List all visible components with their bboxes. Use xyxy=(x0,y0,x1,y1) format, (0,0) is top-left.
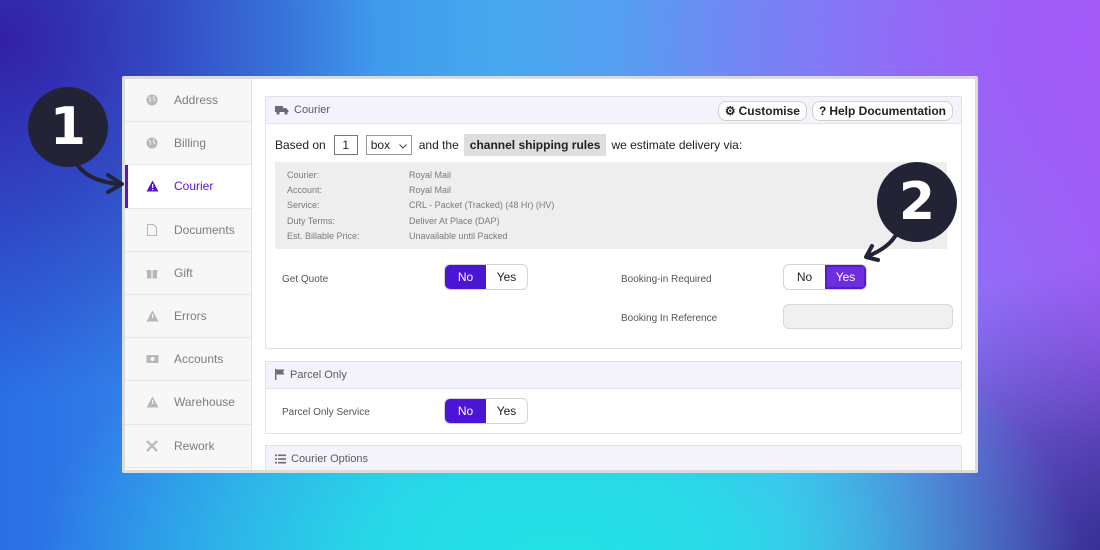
and-the-text: and the xyxy=(418,137,459,152)
channel-shipping-rules-link[interactable]: channel shipping rules xyxy=(463,133,607,156)
gear-icon: ⚙ xyxy=(724,104,736,118)
booking-in-no-option[interactable]: No xyxy=(784,265,825,289)
sidebar-item-billing[interactable]: Billing xyxy=(125,122,251,166)
courier-panel-header: Courier ⚙ Customise ? Help Documentation xyxy=(266,97,961,124)
info-value: Unavailable until Packed xyxy=(409,231,508,242)
sidebar-item-gift[interactable]: Gift xyxy=(125,252,251,295)
quantity-input[interactable]: 1 xyxy=(333,134,358,155)
info-key: Courier: xyxy=(287,169,320,180)
tools-icon xyxy=(145,439,159,453)
booking-in-required-toggle[interactable]: No Yes xyxy=(783,263,867,290)
courier-options-panel-header: Courier Options xyxy=(266,445,961,470)
sidebar-item-courier[interactable]: Courier xyxy=(125,165,251,209)
question-icon: ? xyxy=(818,104,827,118)
courier-options-title: Courier Options xyxy=(291,452,369,465)
help-label: Help Documentation xyxy=(829,104,946,118)
customise-button[interactable]: ⚙ Customise xyxy=(717,101,807,121)
get-quote-yes-option[interactable]: Yes xyxy=(486,265,527,289)
estimate-row: Based on 1 box and the channel shipping … xyxy=(266,124,961,156)
courier-panel: Courier ⚙ Customise ? Help Documentation… xyxy=(265,96,962,349)
globe-icon xyxy=(145,93,159,107)
sidebar-item-label: Courier xyxy=(174,179,214,194)
gift-icon xyxy=(145,266,159,280)
sidebar-item-label: Rework xyxy=(174,438,215,453)
booking-reference-row: Booking In Reference xyxy=(266,302,961,348)
booking-in-yes-option[interactable]: Yes xyxy=(825,264,866,289)
info-value: Royal Mail xyxy=(409,185,452,196)
main-content: Courier ⚙ Customise ? Help Documentation… xyxy=(252,79,975,470)
sidebar: Address Billing Courier Documents Gift E… xyxy=(125,79,252,470)
parcel-only-title: Parcel Only xyxy=(290,368,347,381)
sidebar-item-label: Billing xyxy=(174,136,207,151)
warning-icon xyxy=(145,179,159,193)
info-row: Est. Billable Price: Unavailable until Pa… xyxy=(287,229,935,244)
globe-icon xyxy=(145,136,159,150)
info-row: Account: Royal Mail xyxy=(287,182,935,197)
sidebar-item-accounts[interactable]: Accounts xyxy=(125,338,251,382)
sidebar-item-documents[interactable]: Documents xyxy=(125,209,251,252)
warning-icon xyxy=(145,395,159,409)
sidebar-item-label: Gift xyxy=(174,265,193,280)
booking-in-reference-input[interactable] xyxy=(783,303,953,329)
info-key: Account: xyxy=(287,185,323,196)
unit-select[interactable]: box xyxy=(365,134,412,155)
info-row: Service: CRL - Packet (Tracked) (48 Hr) (… xyxy=(287,198,935,213)
sidebar-item-errors[interactable]: Errors xyxy=(125,295,251,339)
document-icon xyxy=(145,223,159,237)
get-quote-toggle[interactable]: No Yes xyxy=(444,263,528,290)
unit-select-value: box xyxy=(370,137,391,152)
sidebar-item-label: Documents xyxy=(174,222,235,237)
sidebar-item-rework[interactable]: Rework xyxy=(125,425,251,468)
list-icon xyxy=(275,454,286,464)
truck-icon xyxy=(275,105,289,115)
arrow-icon xyxy=(70,152,124,194)
parcel-only-no-option[interactable]: No xyxy=(445,398,486,423)
courier-info-box: Courier: Royal Mail Account: Royal Mail Se… xyxy=(275,162,947,249)
info-key: Service: xyxy=(287,200,320,211)
customise-label: Customise xyxy=(738,104,800,118)
info-key: Est. Billable Price: xyxy=(287,231,360,242)
info-value: Deliver At Place (DAP) xyxy=(409,215,500,226)
parcel-only-panel: Parcel Only Parcel Only Service No Yes xyxy=(265,360,962,434)
get-quote-row: Get Quote No Yes Booking-in Required No … xyxy=(266,258,961,302)
booking-in-required-label: Booking-in Required xyxy=(621,273,712,285)
info-row: Duty Terms: Deliver At Place (DAP) xyxy=(287,213,935,228)
parcel-only-panel-header: Parcel Only xyxy=(266,361,961,389)
booking-in-reference-label: Booking In Reference xyxy=(621,312,718,324)
info-value: CRL - Packet (Tracked) (48 Hr) (HV) xyxy=(409,200,555,211)
get-quote-no-option[interactable]: No xyxy=(445,264,486,289)
flag-icon xyxy=(275,369,285,381)
chevron-down-icon xyxy=(398,138,407,152)
courier-options-panel: Courier Options xyxy=(265,444,962,470)
parcel-only-service-row: Parcel Only Service No Yes xyxy=(266,389,961,433)
info-key: Duty Terms: xyxy=(287,215,335,226)
arrow-icon xyxy=(864,224,902,262)
parcel-only-service-label: Parcel Only Service xyxy=(282,406,370,418)
money-icon xyxy=(145,352,159,366)
courier-panel-title: Courier xyxy=(294,104,331,116)
app-window: Address Billing Courier Documents Gift E… xyxy=(122,76,978,473)
parcel-only-yes-option[interactable]: Yes xyxy=(486,399,527,423)
help-documentation-button[interactable]: ? Help Documentation xyxy=(811,101,953,121)
sidebar-item-address[interactable]: Address xyxy=(125,79,251,123)
sidebar-item-label: Address xyxy=(174,93,219,108)
estimate-text: we estimate delivery via: xyxy=(611,137,743,152)
get-quote-label: Get Quote xyxy=(282,273,329,285)
parcel-only-service-toggle[interactable]: No Yes xyxy=(444,397,528,424)
info-value: Royal Mail xyxy=(409,169,452,180)
based-on-text: Based on xyxy=(275,137,326,152)
sidebar-item-label: Warehouse xyxy=(174,395,235,410)
sidebar-item-warehouse[interactable]: Warehouse xyxy=(125,381,251,425)
info-row: Courier: Royal Mail xyxy=(287,167,935,182)
warning-icon xyxy=(145,309,159,323)
sidebar-item-label: Errors xyxy=(174,309,207,324)
sidebar-item-label: Accounts xyxy=(174,352,224,367)
